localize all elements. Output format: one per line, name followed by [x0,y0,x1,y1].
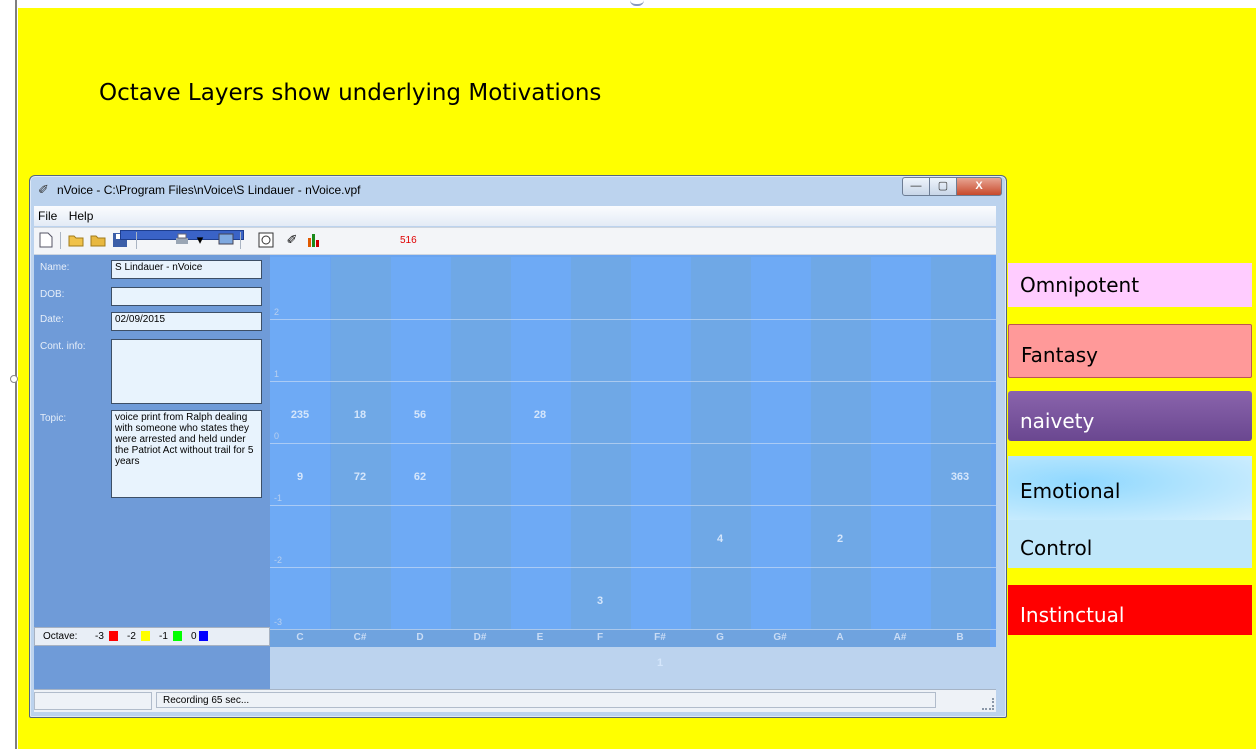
slide-title: Octave Layers show underlying Motivation… [99,80,602,106]
name-field[interactable]: S Lindauer - nVoice [111,260,262,279]
octave-legend-label: Octave: [43,631,78,642]
cell-value: 363 [950,471,970,483]
category-control: Control [1008,520,1252,568]
dob-label: DOB: [40,289,65,300]
octave-label: 0 [274,431,280,441]
minimize-button[interactable]: — [902,177,930,196]
print-icon[interactable] [174,232,190,248]
category-emotional: Emotional [1008,456,1252,520]
date-field[interactable]: 02/09/2015 [111,312,262,331]
category-omnipotent: Omnipotent [1008,263,1252,307]
octave-legend-item-label: -1 [159,631,168,642]
contact-info-label: Cont. info: [40,341,86,352]
category-naivety: naivety [1008,391,1252,441]
microphone-icon[interactable]: ✐ [284,232,300,248]
note-label: C# [330,629,390,647]
toolbar: ▾ ✐ 516 [34,227,996,255]
nvoice-window: ✐ nVoice - C:\Program Files\nVoice\S Lin… [29,175,1007,718]
category-instinctual: Instinctual [1008,585,1252,635]
octave-gridline [270,629,996,630]
microphone-icon: ✐ [38,182,49,197]
octave-legend-item-label: -3 [95,631,104,642]
name-label: Name: [40,262,70,273]
cell-value: 56 [413,409,427,421]
octave-gridline [270,505,996,506]
window-title: nVoice - C:\Program Files\nVoice\S Linda… [57,183,361,197]
bar-chart-icon[interactable] [306,232,322,248]
dob-field[interactable] [111,287,262,306]
chevron-down-icon[interactable]: ▾ [192,232,208,248]
toolbar-count: 516 [400,235,417,246]
menu-help[interactable]: Help [65,206,98,223]
topic-label: Topic: [40,413,67,424]
menu-bar: File Help [34,206,996,226]
resize-grip[interactable] [982,698,994,710]
open-folder-icon[interactable] [68,232,84,248]
note-label: A [810,629,870,647]
slide-top-marker [630,0,644,6]
close-button[interactable]: X [956,177,1002,196]
cell-value: 235 [290,409,310,421]
octave-gridline [270,567,996,568]
new-file-icon[interactable] [38,232,54,248]
note-label: D# [450,629,510,647]
octave-gridline [270,443,996,444]
monitor-icon[interactable] [218,232,234,248]
date-label: Date: [40,314,64,325]
octave-legend-item-label: -2 [127,631,136,642]
cell-value: 4 [716,533,724,545]
octave-gridline [270,319,996,320]
cell-value: 9 [296,471,304,483]
octave-label: -3 [274,617,283,627]
maximize-button[interactable]: ▢ [929,177,957,196]
note-octave-grid: C C# D D# E F F# G G# A A# B 2 1 0 -1 -2 -3 235 18 56 28 9 72 62… [270,255,996,669]
menu-file[interactable]: File [34,206,61,223]
octave-swatch-yellow [141,631,150,641]
voice-print-icon[interactable] [258,232,274,248]
note-label: E [510,629,570,647]
octave-gridline [270,381,996,382]
cell-value: 3 [596,595,604,607]
note-label: B [930,629,990,647]
note-label: G [690,629,750,647]
info-panel: Name: S Lindauer - nVoice DOB: Date: 02/… [34,255,270,689]
cell-value: 1 [656,657,664,669]
octave-label: 2 [274,307,280,317]
open-project-icon[interactable] [90,232,106,248]
octave-legend-item-label: 0 [191,631,197,642]
octave-label: -1 [274,493,283,503]
octave-label: 1 [274,369,280,379]
octave-swatch-blue [199,631,208,641]
status-text: Recording 65 sec... [156,692,936,708]
status-pane-empty [34,692,152,710]
note-label: A# [870,629,930,647]
note-label: D [390,629,450,647]
status-bar: Recording 65 sec... [34,689,996,712]
note-label: F# [630,629,690,647]
octave-swatch-red [109,631,118,641]
cell-value: 62 [413,471,427,483]
cell-value: 72 [353,471,367,483]
note-label: F [570,629,630,647]
cell-value: 18 [353,409,367,421]
octave-legend: Octave: -3 -2 -1 0 [34,627,270,646]
contact-info-field[interactable] [111,339,262,404]
category-fantasy: Fantasy [1008,324,1252,378]
cell-value: 2 [836,533,844,545]
octave-label: -2 [274,555,283,565]
topic-field[interactable]: voice print from Ralph dealing with some… [111,410,262,498]
note-label: G# [750,629,810,647]
slide-handle[interactable] [10,375,18,383]
cell-value: 28 [533,409,547,421]
octave-swatch-green [173,631,182,641]
note-label: C [270,629,330,647]
window-titlebar[interactable]: ✐ nVoice - C:\Program Files\nVoice\S Lin… [30,176,1006,203]
